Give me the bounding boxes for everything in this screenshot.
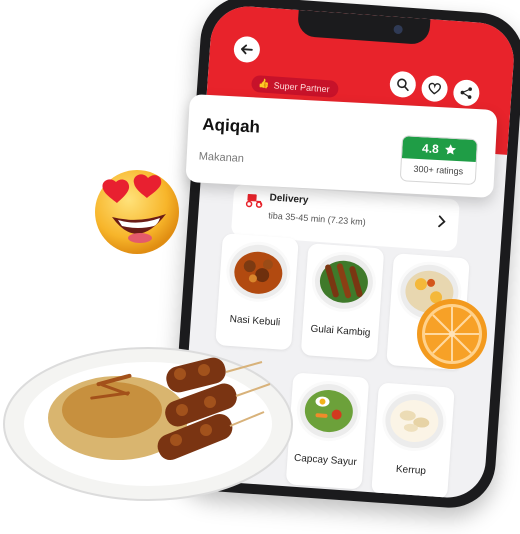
food-plate-image [3, 347, 293, 501]
delivery-eta: tiba 35-45 min (7.23 km) [268, 210, 367, 228]
star-icon [445, 144, 457, 155]
restaurant-name: Aqiqah [201, 114, 261, 137]
restaurant-info-card: Aqiqah Makanan 4.8 300+ ratings [185, 94, 498, 198]
menu-item-label: Nasi Kebuli [229, 313, 281, 329]
heart-eyes-emoji-icon [95, 170, 179, 254]
food-image [380, 388, 449, 454]
delivery-title: Delivery [269, 192, 309, 207]
scooter-icon [245, 193, 263, 208]
food-image [224, 239, 293, 304]
food-image [294, 378, 363, 444]
search-icon [397, 78, 409, 92]
chevron-right-icon [438, 215, 446, 228]
rating-value: 4.8 [421, 141, 440, 157]
share-icon [460, 87, 472, 99]
restaurant-category: Makanan [198, 150, 245, 165]
menu-card-kerrup[interactable]: Kerrup [371, 382, 455, 500]
menu-card-capcay-sayur[interactable]: Capcay Sayur [285, 372, 370, 490]
ratings-count: 300+ ratings [413, 163, 464, 177]
menu-item-label: Gulai Kambig [310, 323, 371, 339]
food-image [309, 249, 378, 314]
camera-icon [393, 24, 403, 35]
thumbs-up-icon: 👍 [258, 78, 271, 90]
back-arrow-icon [240, 44, 253, 55]
scene: 👍 Super Partner Delivery tiba 35-45 min … [0, 0, 520, 534]
rating-box[interactable]: 4.8 300+ ratings [399, 135, 479, 186]
menu-card-gulai-kambig[interactable]: Gulai Kambig [300, 243, 385, 361]
menu-item-label: Kerrup [395, 463, 427, 477]
badge-label: Super Partner [273, 79, 330, 94]
orange-slice-icon [417, 299, 487, 369]
menu-item-label: Capcay Sayur [293, 452, 358, 469]
heart-icon [428, 82, 441, 95]
